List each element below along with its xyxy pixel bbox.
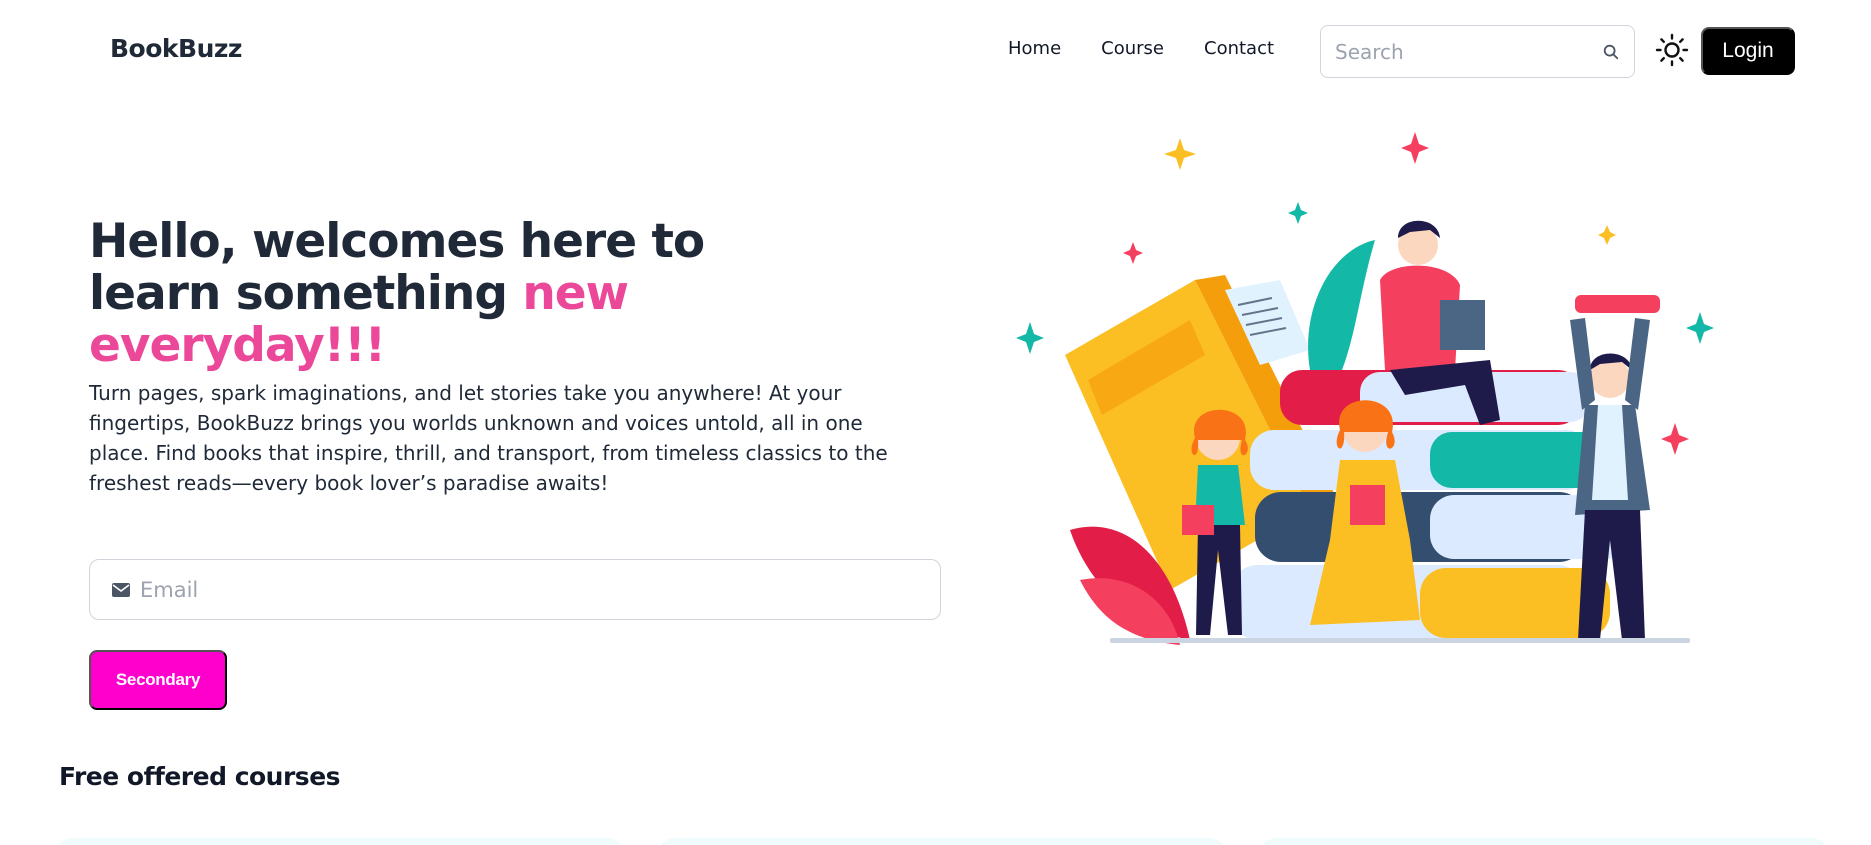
email-field: [89, 559, 941, 620]
courses-section-title: Free offered courses: [59, 762, 341, 791]
brand-logo[interactable]: BookBuzz: [110, 34, 243, 63]
hero-illustration: [1016, 132, 1714, 645]
secondary-button[interactable]: Secondary: [89, 650, 227, 710]
nav-link-home[interactable]: Home: [1008, 38, 1061, 59]
boy-standing-illustration: [1570, 295, 1660, 640]
hero-title: Hello, welcomes here to learn something …: [89, 216, 849, 372]
course-card[interactable]: [657, 838, 1227, 845]
book-stack: [1230, 370, 1630, 640]
ground-line: [1110, 638, 1690, 643]
email-input[interactable]: [140, 560, 920, 619]
nav-link-course[interactable]: Course: [1101, 38, 1164, 59]
navbar: BookBuzz Home Course Contact Login: [0, 0, 1871, 102]
nav-links: Home Course Contact: [1008, 38, 1274, 59]
search-icon[interactable]: [1602, 43, 1620, 61]
login-button[interactable]: Login: [1701, 27, 1795, 75]
search-box: [1320, 25, 1635, 78]
sun-icon[interactable]: [1655, 33, 1689, 67]
envelope-icon: [112, 583, 130, 597]
hero-description: Turn pages, spark imaginations, and let …: [89, 381, 888, 495]
course-card[interactable]: [1259, 838, 1829, 845]
nav-link-contact[interactable]: Contact: [1204, 38, 1274, 59]
search-input[interactable]: [1335, 26, 1595, 77]
course-card[interactable]: [55, 838, 625, 845]
